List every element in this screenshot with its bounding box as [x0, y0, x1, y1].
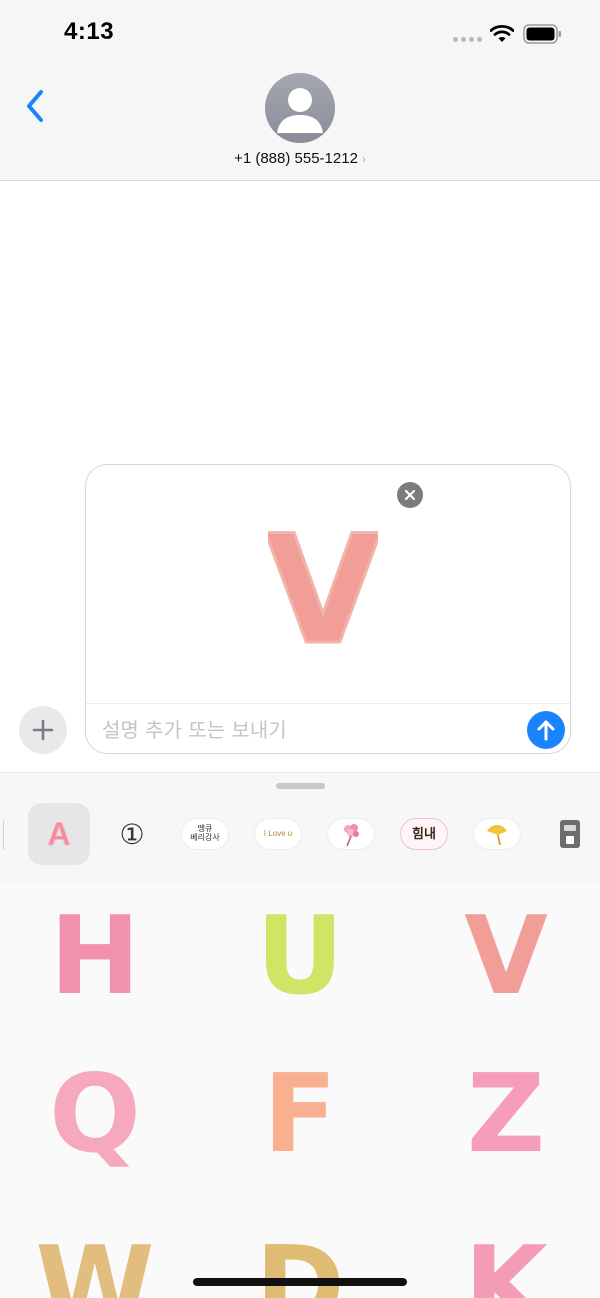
- sticker-letter: U: [256, 894, 344, 1005]
- chevron-left-icon: [27, 90, 43, 122]
- sticker-letter: Z: [467, 1052, 545, 1171]
- add-attachment-button[interactable]: [19, 706, 67, 754]
- caption-input[interactable]: [102, 714, 522, 746]
- alphabet-sticker-app[interactable]: A: [28, 803, 90, 865]
- number-sticker-app[interactable]: ①: [101, 803, 163, 865]
- app-glyph: ①: [119, 818, 145, 850]
- ginkgo-leaf-sticker-app[interactable]: [466, 803, 528, 865]
- sticker-letter: D: [255, 1224, 345, 1298]
- sticker-letter: H: [50, 894, 140, 1005]
- sticker-letter-k[interactable]: K: [446, 1215, 566, 1298]
- sticker-drawer: A ① 땡큐 베리감사 I Love u 힘내 H U V Q F Z W D …: [0, 772, 600, 1298]
- drawer-grabber[interactable]: [276, 783, 325, 789]
- app-glyph: 힘내: [400, 818, 448, 850]
- sticker-letter-q[interactable]: Q: [35, 1051, 155, 1171]
- i-love-you-sticker-app[interactable]: I Love u: [247, 803, 309, 865]
- close-circle-icon: [404, 489, 416, 501]
- coffee-machine-sticker-app[interactable]: [539, 803, 600, 865]
- strip-edge: [0, 820, 4, 850]
- compose-field: V: [85, 464, 571, 754]
- contact-name-button[interactable]: +1 (888) 555-1212 ›: [0, 150, 600, 167]
- app-glyph: A: [47, 815, 71, 852]
- sticker-letter-h[interactable]: H: [35, 885, 155, 1005]
- remove-sticker-button[interactable]: [397, 482, 423, 508]
- sticker-letter-z[interactable]: Z: [446, 1051, 566, 1171]
- sticker-letter-v[interactable]: V: [446, 885, 566, 1005]
- compose-divider: [86, 703, 570, 704]
- arrow-up-icon: [537, 720, 555, 741]
- status-bar: 4:13: [0, 0, 600, 62]
- sticker-letter: K: [464, 1224, 551, 1298]
- sticker-preview-letter: V: [268, 517, 378, 657]
- flower-bouquet-sticker-app[interactable]: [320, 803, 382, 865]
- sticker-letter: V: [464, 894, 548, 1005]
- sticker-letter-f[interactable]: F: [240, 1051, 360, 1171]
- sticker-letter-u[interactable]: U: [240, 885, 360, 1005]
- sticker-preview: V: [268, 517, 378, 657]
- flower-bouquet-icon: [327, 818, 375, 850]
- contact-avatar[interactable]: [265, 73, 335, 143]
- sticker-letter: Q: [49, 1052, 141, 1171]
- sticker-letter-w[interactable]: W: [35, 1215, 155, 1298]
- sticker-grid: H U V Q F Z W D K: [0, 885, 600, 1298]
- contact-chevron-icon: ›: [361, 152, 366, 166]
- contact-number: +1 (888) 555-1212: [234, 150, 358, 167]
- battery-icon: [523, 24, 561, 44]
- wifi-icon: [490, 24, 514, 42]
- app-strip[interactable]: A ① 땡큐 베리감사 I Love u 힘내: [0, 803, 600, 867]
- signal-dots-icon: [453, 37, 482, 42]
- plus-icon: [32, 719, 54, 741]
- ginkgo-leaf-icon: [473, 818, 521, 850]
- status-time: 4:13: [64, 18, 115, 45]
- app-glyph: 땡큐 베리감사: [181, 818, 229, 850]
- home-indicator[interactable]: [193, 1278, 407, 1286]
- send-button[interactable]: [527, 711, 565, 749]
- sticker-letter: F: [263, 1052, 337, 1171]
- app-glyph: I Love u: [254, 818, 302, 850]
- sticker-letter: W: [35, 1224, 154, 1298]
- coffee-machine-icon: [560, 820, 580, 848]
- back-button[interactable]: [18, 86, 52, 126]
- korean-message-sticker-app[interactable]: 땡큐 베리감사: [174, 803, 236, 865]
- hearts-message-sticker-app[interactable]: 힘내: [393, 803, 455, 865]
- person-silhouette-icon: [277, 88, 323, 133]
